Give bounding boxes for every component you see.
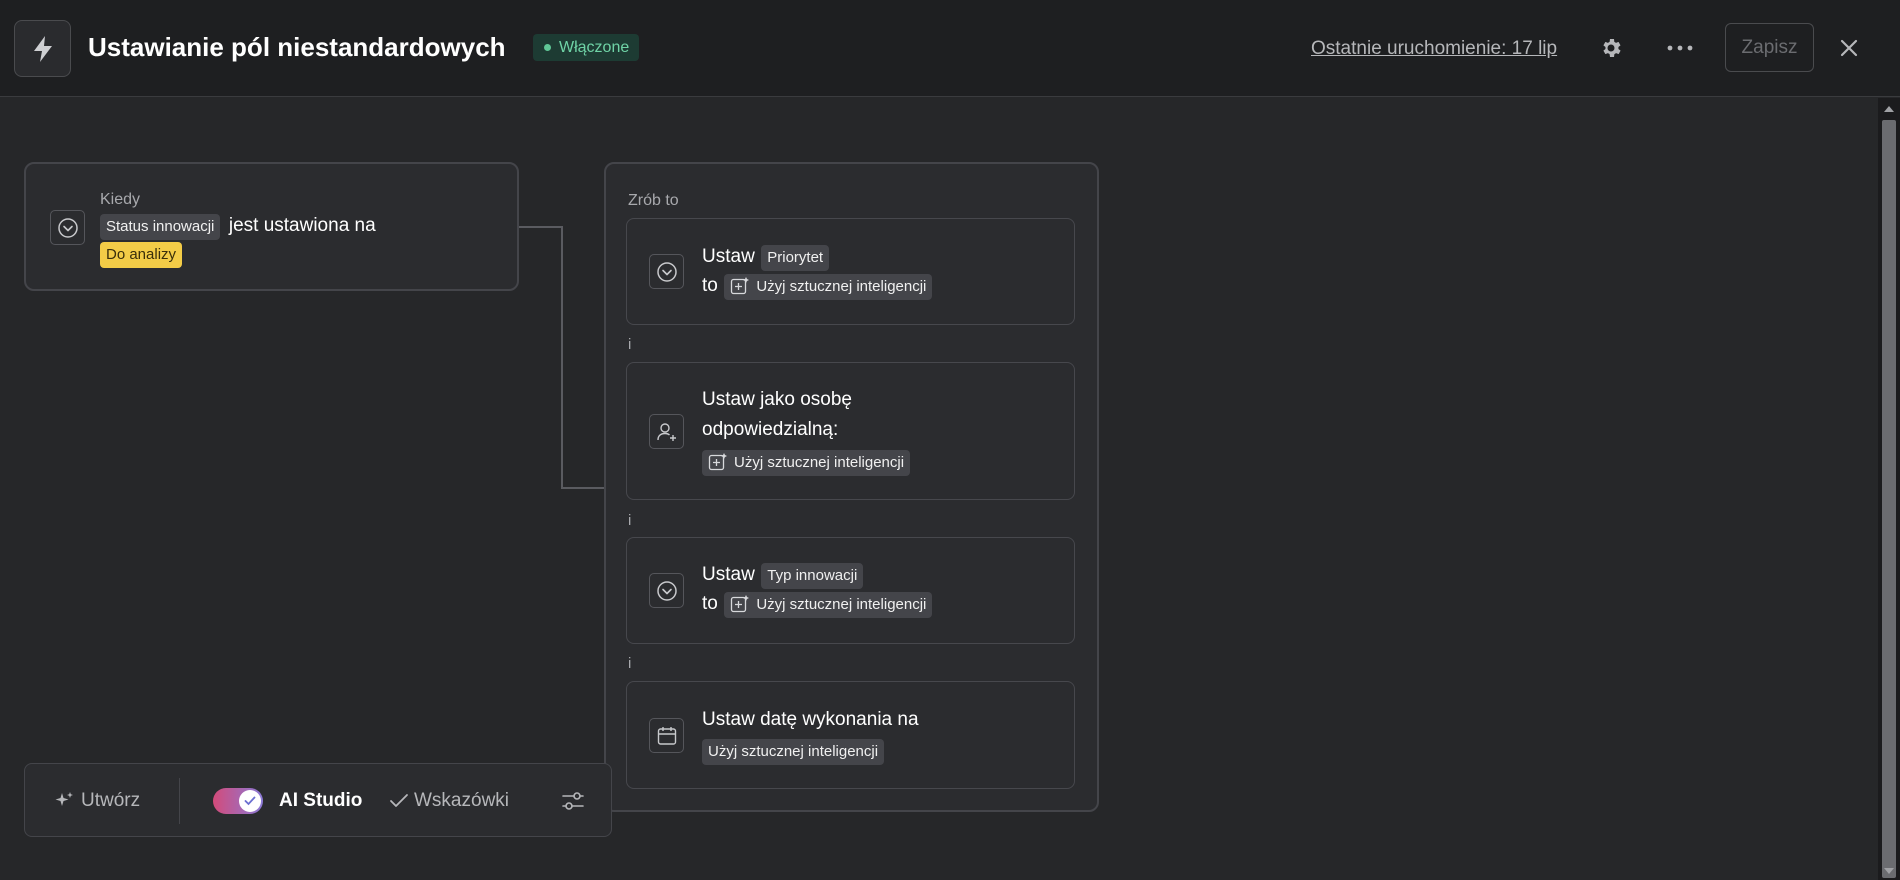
action-verb: Ustaw — [702, 564, 755, 585]
trigger-condition: Status innowacji jest ustawiona na — [100, 214, 376, 240]
ai-chip[interactable]: Użyj sztucznej inteligencji — [702, 739, 885, 765]
action-text-line1: Ustaw jako osobę — [702, 389, 852, 410]
ai-chip[interactable]: Użyj sztucznej inteligencji — [724, 592, 933, 618]
actions-label: Zrób to — [628, 192, 679, 209]
ai-chip-label: Użyj sztucznej inteligencji — [756, 596, 927, 613]
scrollbar-thumb[interactable] — [1882, 120, 1896, 878]
field-chip[interactable]: Priorytet — [761, 245, 830, 271]
ai-chip[interactable]: Użyj sztucznej inteligencji — [724, 274, 933, 300]
calendar-icon — [649, 718, 684, 753]
ai-studio-toggle[interactable]: AI Studio — [213, 764, 362, 838]
page-title: Ustawianie pól niestandardowych — [88, 32, 506, 62]
bottom-toolbar: Utwórz AI Studio Wskazówki — [24, 763, 612, 837]
hints-label: Wskazówki — [414, 790, 510, 811]
ai-studio-label: AI Studio — [279, 790, 363, 811]
select-field-icon — [649, 254, 684, 289]
action-to: to — [702, 275, 718, 296]
action-set-due-date[interactable]: Ustaw datę wykonania na Użyj sztucznej i… — [626, 681, 1075, 789]
add-person-icon — [649, 414, 684, 449]
close-icon[interactable] — [1831, 30, 1867, 66]
connector-line — [561, 487, 605, 489]
action-text-line2: odpowiedzialną: — [702, 419, 839, 440]
value-chip[interactable]: Do analizy — [100, 242, 183, 268]
toggle-switch[interactable] — [213, 788, 263, 814]
header: Ustawianie pól niestandardowych Włączone… — [0, 0, 1900, 97]
action-set-assignee[interactable]: Ustaw jako osobę odpowiedzialną: Użyj sz… — [626, 362, 1075, 500]
check-icon — [244, 796, 256, 806]
ai-chip-label: Użyj sztucznej inteligencji — [756, 278, 927, 295]
field-chip[interactable]: Status innowacji — [100, 214, 221, 240]
action-set-priority[interactable]: Ustaw Priorytet to Użyj sztucznej inteli… — [626, 218, 1075, 325]
connector-line — [518, 226, 563, 228]
scroll-up-arrow-icon[interactable] — [1884, 106, 1894, 112]
create-button[interactable]: Utwórz — [53, 764, 140, 838]
status-badge: Włączone — [533, 34, 640, 61]
ai-sparkle-icon — [708, 453, 727, 471]
ai-chip[interactable]: Użyj sztucznej inteligencji — [702, 450, 911, 476]
action-text: Ustaw datę wykonania na — [702, 709, 919, 730]
ai-sparkle-icon — [731, 595, 750, 613]
more-options-icon[interactable] — [1662, 30, 1698, 66]
create-label: Utwórz — [81, 790, 141, 811]
action-verb: Ustaw — [702, 246, 755, 267]
toolbar-divider — [179, 778, 180, 824]
check-icon — [390, 794, 408, 807]
sparkle-icon — [55, 792, 73, 806]
select-field-icon — [50, 210, 85, 245]
and-separator: i — [628, 512, 632, 529]
trigger-text: jest ustawiona na — [228, 215, 376, 236]
scroll-down-arrow-icon[interactable] — [1884, 868, 1894, 874]
action-to: to — [702, 593, 718, 614]
ai-sparkle-icon — [731, 277, 750, 295]
ai-chip-label: Użyj sztucznej inteligencji — [734, 454, 905, 471]
select-field-icon — [649, 573, 684, 608]
field-chip[interactable]: Typ innowacji — [761, 563, 864, 589]
last-run-link[interactable]: Ostatnie uruchomienie: 17 lip — [1311, 38, 1557, 60]
action-set-innovation-type[interactable]: Ustaw Typ innowacji to Użyj sztucznej in… — [626, 537, 1075, 644]
lightning-icon — [14, 20, 71, 77]
and-separator: i — [628, 655, 632, 672]
connector-line — [561, 226, 563, 489]
trigger-label: Kiedy — [100, 191, 141, 208]
filter-settings-icon[interactable] — [561, 764, 585, 838]
save-button[interactable]: Zapisz — [1725, 23, 1814, 72]
and-separator: i — [628, 336, 632, 353]
vertical-scrollbar[interactable] — [1878, 98, 1900, 880]
hints-button[interactable]: Wskazówki — [389, 764, 509, 838]
gear-icon[interactable] — [1593, 30, 1629, 66]
trigger-card[interactable]: Kiedy Status innowacji jest ustawiona na… — [24, 162, 519, 291]
